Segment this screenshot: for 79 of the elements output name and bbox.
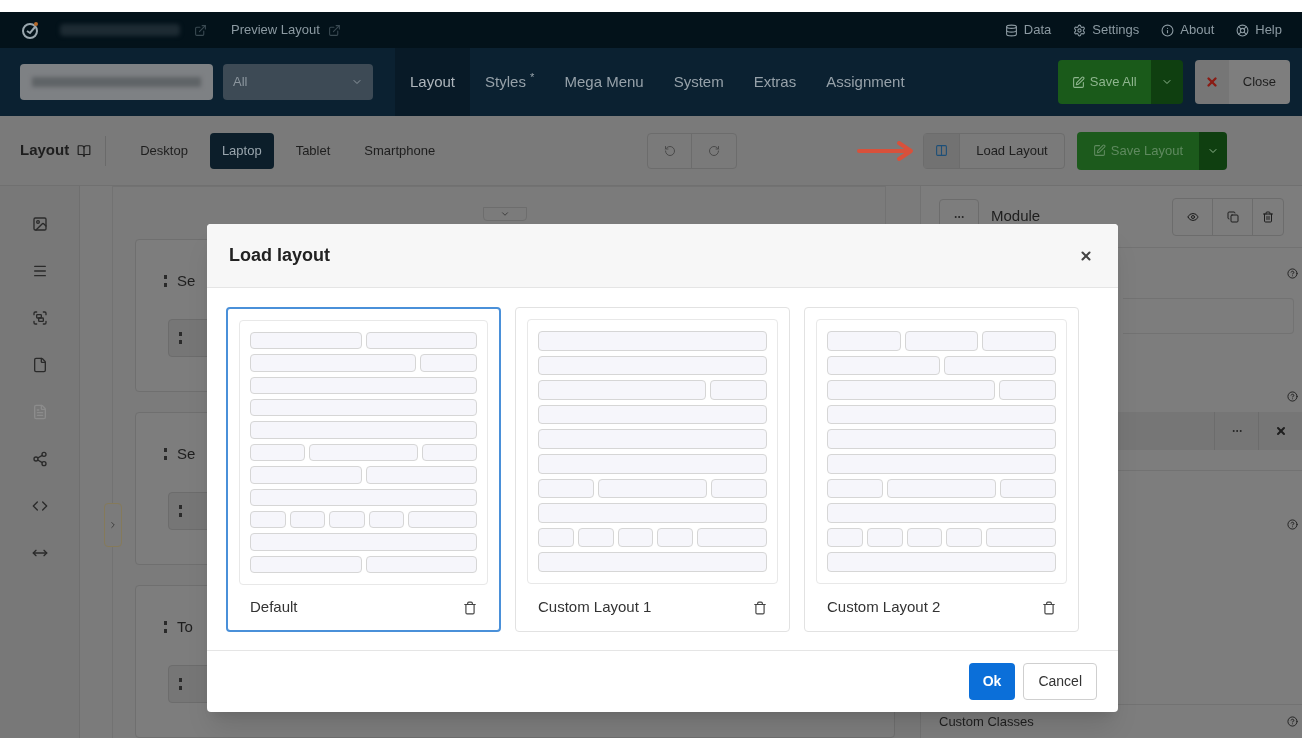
trash-icon[interactable] xyxy=(753,600,767,615)
columns-icon-box[interactable] xyxy=(924,133,961,168)
database-icon xyxy=(1004,23,1018,37)
preview-layout-link[interactable]: Preview Layout xyxy=(231,20,341,40)
book-icon xyxy=(77,143,92,158)
nav-tab[interactable]: Styles $^{*}$ xyxy=(470,48,550,116)
expand-toggle[interactable] xyxy=(104,503,122,547)
layout-name: Default xyxy=(250,597,298,618)
columns-icon xyxy=(935,144,949,157)
group-icon[interactable] xyxy=(31,310,48,326)
device-tab[interactable]: Tablet xyxy=(283,132,343,169)
save-all-button[interactable]: Save All xyxy=(1057,60,1151,104)
section-title: Se xyxy=(177,444,196,464)
edit-icon xyxy=(1092,144,1106,157)
close-button[interactable]: Close xyxy=(1228,60,1290,104)
info-icon xyxy=(1161,23,1175,37)
settings-icon xyxy=(1073,23,1087,37)
help-icon xyxy=(1287,391,1298,402)
undo-icon xyxy=(663,144,676,157)
drag-handle-icon[interactable] xyxy=(179,677,182,690)
file-icon[interactable] xyxy=(31,357,48,373)
close-icon xyxy=(1079,248,1093,263)
panel-title: Module xyxy=(991,206,1041,227)
ok-button[interactable]: Ok xyxy=(968,663,1016,700)
toolbar-title: Layout xyxy=(20,140,70,161)
dialog-title: Load layout xyxy=(229,244,330,267)
load-layout-button[interactable]: Load Layout xyxy=(960,133,1064,168)
external-link-icon xyxy=(327,23,341,37)
help-icon xyxy=(1236,23,1250,37)
top-menu-link[interactable]: Help xyxy=(1236,20,1282,40)
top-menu-link[interactable]: Settings xyxy=(1073,20,1140,40)
help-icon xyxy=(1287,716,1298,727)
menu-icon[interactable] xyxy=(31,263,48,279)
trash-icon[interactable] xyxy=(463,600,477,615)
nav-tab[interactable]: Assignment xyxy=(811,48,920,116)
chevron-right-icon xyxy=(108,520,118,530)
collapse-toggle[interactable] xyxy=(483,207,527,221)
top-menu-link[interactable]: About xyxy=(1161,20,1215,40)
drag-handle-icon[interactable] xyxy=(179,331,182,344)
external-link-icon[interactable] xyxy=(194,23,207,37)
chevron-down-icon xyxy=(500,209,510,219)
redo-icon xyxy=(708,144,721,157)
save-layout-dropdown[interactable] xyxy=(1199,131,1228,170)
device-tab[interactable]: Smartphone xyxy=(352,132,448,169)
trash-icon[interactable] xyxy=(1042,600,1056,615)
nav-tab[interactable]: System xyxy=(658,48,739,116)
section-title: Se xyxy=(177,271,196,291)
layout-name: Custom Layout 2 xyxy=(827,597,941,618)
close-icon xyxy=(1204,75,1219,89)
layout-card[interactable]: Custom Layout 2 xyxy=(804,307,1079,632)
device-tab[interactable]: Laptop xyxy=(209,132,274,169)
close-icon xyxy=(1274,425,1287,437)
drag-handle-icon[interactable] xyxy=(179,504,182,517)
layout-card[interactable]: Custom Layout 1 xyxy=(515,307,790,632)
drag-handle-icon[interactable] xyxy=(164,275,167,288)
drag-handle-icon[interactable] xyxy=(164,448,167,461)
logo-icon xyxy=(20,20,40,40)
section-title: To xyxy=(177,617,193,637)
copy-icon xyxy=(1226,210,1239,223)
help-icon xyxy=(1287,519,1298,530)
device-tab[interactable]: Desktop xyxy=(128,132,200,169)
code-icon[interactable] xyxy=(31,498,48,514)
nav-tab[interactable]: Mega Menu xyxy=(549,48,659,116)
nav-tab[interactable]: Layout xyxy=(395,48,471,116)
layout-card[interactable]: Default xyxy=(226,307,501,632)
image-icon[interactable] xyxy=(31,216,48,232)
top-menu-link[interactable]: Data xyxy=(1004,20,1052,40)
cancel-button[interactable]: Cancel xyxy=(1023,663,1097,700)
nav-tab[interactable]: Extras xyxy=(738,48,812,116)
share-icon[interactable] xyxy=(31,451,48,467)
edit-icon xyxy=(1071,75,1085,89)
layout-name: Custom Layout 1 xyxy=(538,597,652,618)
eye-icon xyxy=(1186,210,1199,223)
close-icon-box[interactable] xyxy=(1194,60,1229,104)
blurred-field[interactable] xyxy=(20,64,213,100)
help-icon xyxy=(1287,267,1298,279)
field-label: Custom Classes xyxy=(939,712,1034,731)
drag-handle-icon[interactable] xyxy=(164,621,167,634)
trash-icon xyxy=(1262,210,1274,223)
